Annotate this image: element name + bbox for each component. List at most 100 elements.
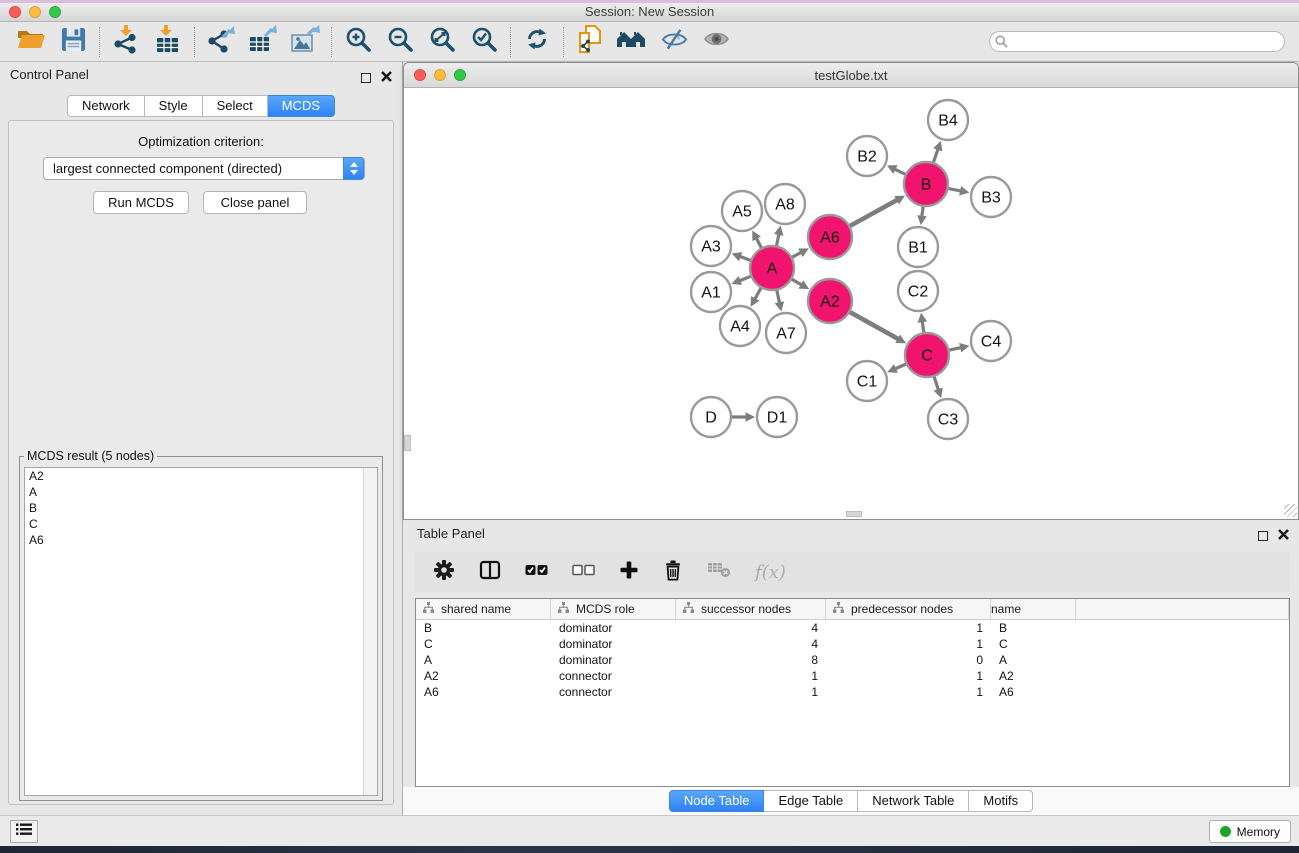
graph-edge-C-C1[interactable] <box>887 364 906 373</box>
graph-edge-A-A4[interactable] <box>751 288 761 307</box>
graph-node-A6[interactable]: A6 <box>808 215 852 259</box>
save-session-button[interactable] <box>52 25 94 59</box>
graph-node-A5[interactable]: A5 <box>722 191 762 231</box>
graph-edge-B-B3[interactable] <box>949 186 970 195</box>
memory-button[interactable]: Memory <box>1209 820 1291 843</box>
network-minimize-button[interactable] <box>434 69 446 81</box>
column-header-shared-name[interactable]: shared name <box>416 599 551 619</box>
float-panel-icon[interactable] <box>1258 531 1268 541</box>
graph-node-C3[interactable]: C3 <box>928 399 968 439</box>
graph-edge-C-C3[interactable] <box>934 377 943 398</box>
graph-edge-A-A5[interactable] <box>752 230 761 247</box>
column-header-name[interactable]: name <box>991 599 1076 619</box>
graph-edge-A-A3[interactable] <box>732 252 751 261</box>
graph-edge-A-A7[interactable] <box>775 290 784 311</box>
graph-node-A[interactable]: A <box>750 246 794 290</box>
close-window-button[interactable] <box>9 6 21 18</box>
home-button[interactable] <box>611 25 653 59</box>
show-log-button[interactable] <box>10 820 38 843</box>
refresh-button[interactable] <box>516 25 558 59</box>
tab-style[interactable]: Style <box>145 95 203 117</box>
table-row[interactable]: A6connector11A6 <box>416 684 1289 700</box>
export-network-button[interactable] <box>200 25 242 59</box>
zoom-in-button[interactable] <box>337 25 379 59</box>
table-tab-motifs[interactable]: Motifs <box>969 790 1033 812</box>
graph-edge-C-C2[interactable] <box>918 313 928 332</box>
table-tab-node-table[interactable]: Node Table <box>669 790 765 812</box>
graph-node-B3[interactable]: B3 <box>971 177 1011 217</box>
show-graphics-details-button[interactable] <box>695 25 737 59</box>
open-session-button[interactable] <box>10 25 52 59</box>
splitter-handle-vertical[interactable] <box>404 435 411 451</box>
export-image-button[interactable] <box>284 25 326 59</box>
graph-edge-A-A1[interactable] <box>731 276 750 285</box>
duplicate-network-button[interactable] <box>569 25 611 59</box>
graph-node-A8[interactable]: A8 <box>765 184 805 224</box>
graph-node-C1[interactable]: C1 <box>847 361 887 401</box>
zoom-fit-button[interactable] <box>421 25 463 59</box>
search-input[interactable] <box>989 31 1285 52</box>
export-table-button[interactable] <box>242 25 284 59</box>
graph-edge-D-D1[interactable] <box>732 412 755 422</box>
graph-edge-A-A8[interactable] <box>774 226 783 246</box>
table-row[interactable]: Cdominator41C <box>416 636 1289 652</box>
result-scrollbar[interactable] <box>363 468 377 795</box>
criterion-dropdown[interactable]: largest connected component (directed) <box>43 157 365 180</box>
minimize-window-button[interactable] <box>29 6 41 18</box>
graph-node-B4[interactable]: B4 <box>928 100 968 140</box>
close-panel-icon[interactable] <box>381 69 392 87</box>
graph-node-A1[interactable]: A1 <box>691 272 731 312</box>
table-settings-button[interactable] <box>433 559 455 586</box>
graph-node-C2[interactable]: C2 <box>898 271 938 311</box>
close-panel-button[interactable]: Close panel <box>203 191 307 214</box>
graph-edge-B-B1[interactable] <box>917 207 927 225</box>
column-header-successor-nodes[interactable]: successor nodes <box>676 599 826 619</box>
network-canvas[interactable]: A A1 A2 A3 A4 A5 A6 A7 A8 B B1 B2 B3B4 C C1 C2 C3C4 D D1 <box>404 88 1298 518</box>
select-all-button[interactable] <box>525 563 548 581</box>
tab-select[interactable]: Select <box>203 95 268 117</box>
graph-edge-B-B4[interactable] <box>933 141 942 162</box>
graph-node-D1[interactable]: D1 <box>757 397 797 437</box>
graph-node-A4[interactable]: A4 <box>720 306 760 346</box>
table-row[interactable]: Adominator80A <box>416 652 1289 668</box>
zoom-window-button[interactable] <box>49 6 61 18</box>
zoom-selected-button[interactable] <box>463 25 505 59</box>
graph-node-B1[interactable]: B1 <box>898 227 938 267</box>
import-table-button[interactable] <box>147 25 189 59</box>
table-tab-network-table[interactable]: Network Table <box>858 790 969 812</box>
graph-node-C[interactable]: C <box>905 333 949 377</box>
graph-edge-A6-B[interactable] <box>850 196 905 226</box>
graph-edge-A2-C[interactable] <box>850 312 906 343</box>
graph-node-A2[interactable]: A2 <box>808 279 852 323</box>
close-panel-icon[interactable] <box>1278 527 1289 545</box>
table-row[interactable]: A2connector11A2 <box>416 668 1289 684</box>
run-mcds-button[interactable]: Run MCDS <box>93 191 189 214</box>
tab-mcds[interactable]: MCDS <box>268 95 335 117</box>
graph-edge-C-C4[interactable] <box>949 343 969 352</box>
column-header-MCDS-role[interactable]: MCDS role <box>551 599 676 619</box>
graph-node-B[interactable]: B <box>904 162 948 206</box>
graph-edge-A-A2[interactable] <box>792 279 809 289</box>
zoom-out-button[interactable] <box>379 25 421 59</box>
network-close-button[interactable] <box>414 69 426 81</box>
table-tab-edge-table[interactable]: Edge Table <box>764 790 858 812</box>
graph-node-C4[interactable]: C4 <box>971 321 1011 361</box>
float-panel-icon[interactable] <box>361 73 371 83</box>
resize-grip-icon[interactable] <box>1284 504 1297 517</box>
show-columns-button[interactable] <box>479 559 501 586</box>
splitter-handle-horizontal[interactable] <box>846 511 862 517</box>
graph-node-B2[interactable]: B2 <box>847 136 887 176</box>
graph-node-A3[interactable]: A3 <box>691 226 731 266</box>
add-column-button[interactable] <box>619 560 639 585</box>
deselect-all-button[interactable] <box>572 563 595 581</box>
delete-column-button[interactable] <box>663 559 683 586</box>
table-row[interactable]: Bdominator41B <box>416 620 1289 636</box>
tab-network[interactable]: Network <box>67 95 145 117</box>
graph-node-A7[interactable]: A7 <box>766 313 806 353</box>
column-header-predecessor-nodes[interactable]: predecessor nodes <box>826 599 991 619</box>
graph-node-D[interactable]: D <box>691 397 731 437</box>
network-zoom-button[interactable] <box>454 69 466 81</box>
hide-graphics-details-button[interactable] <box>653 25 695 59</box>
graph-edge-B-B2[interactable] <box>887 165 905 174</box>
import-network-button[interactable] <box>105 25 147 59</box>
